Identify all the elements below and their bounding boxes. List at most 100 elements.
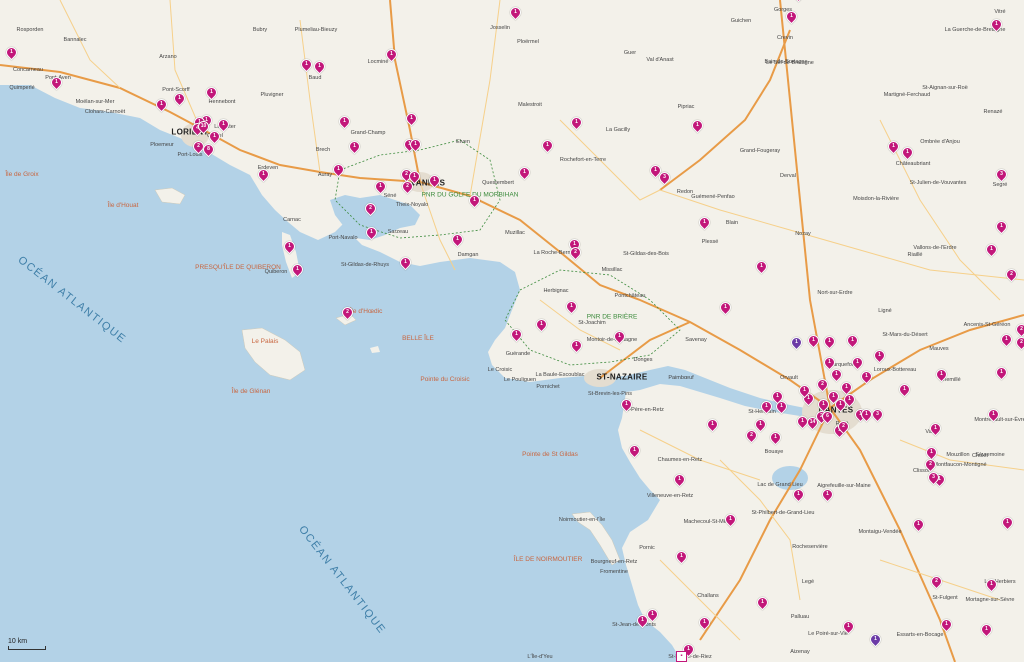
town-label: Bourgneuf-en-Retz — [590, 559, 638, 565]
town-label: Bouaye — [764, 449, 784, 455]
marker-count: 2 — [573, 249, 577, 255]
town-label: Montaigu-Vendée — [858, 529, 902, 535]
marker-count: 1 — [702, 219, 706, 225]
marker-count: 1 — [472, 197, 476, 203]
marker-count: 1 — [574, 119, 578, 125]
town-label: Auray — [317, 172, 333, 178]
island-label: Île d'Houat — [107, 202, 139, 209]
town-label: Missillac — [601, 267, 623, 273]
marker-count: 1 — [695, 122, 699, 128]
town-label: Ploërmel — [517, 39, 539, 45]
marker-count: 1 — [514, 331, 518, 337]
marker-count: 1 — [640, 617, 644, 623]
marker-count: 1 — [991, 411, 995, 417]
town-label: Rosporden — [16, 27, 44, 33]
island-label: BELLE ÎLE — [402, 335, 434, 342]
marker-count: 2 — [841, 423, 845, 429]
town-label: Le Sel-de-Bretagne — [766, 60, 814, 66]
town-label: Josselin — [490, 25, 510, 31]
marker-count: 1 — [850, 337, 854, 343]
marker-count: 2 — [928, 461, 932, 467]
town-label: Montoir-de-Bretagne — [586, 337, 638, 343]
marker-count: 6 — [825, 413, 829, 419]
marker-count: 1 — [677, 476, 681, 482]
town-label: Villeneuve-en-Retz — [646, 493, 694, 499]
town-label: St-Brevin-les-Pins — [587, 391, 633, 397]
marker-count: 1 — [304, 61, 308, 67]
marker-count: 1 — [617, 333, 621, 339]
town-label: Savenay — [685, 337, 707, 343]
town-label: Derval — [780, 173, 796, 179]
town-label: Lac de Grand Lieu — [757, 482, 803, 488]
town-label: Chaumes-en-Retz — [657, 457, 703, 463]
town-label: Le Pouliguen — [503, 377, 537, 383]
marker-count: 1 — [54, 79, 58, 85]
marker-count: 1 — [796, 491, 800, 497]
frame-marker-icon[interactable]: ▪ — [676, 651, 687, 662]
marker-count: 1 — [723, 304, 727, 310]
town-label: Carnac — [283, 217, 301, 223]
marker-count: 2 — [1019, 339, 1023, 345]
marker-count: 1 — [989, 581, 993, 587]
town-label: Le Poiré-sur-Vie — [808, 631, 848, 637]
marker-count: 8 — [206, 146, 210, 152]
marker-count: 2 — [405, 183, 409, 189]
town-label: Pipriac — [677, 104, 695, 110]
town-label: Pornichet — [536, 384, 560, 390]
town-label: L'Île-d'Yeu — [527, 654, 553, 660]
marker-count: 1 — [877, 352, 881, 358]
town-label: Mauves — [929, 346, 949, 352]
marker-count: 1 — [939, 371, 943, 377]
town-label: Locminé — [367, 59, 389, 65]
town-label: Martigné-Ferchaud — [883, 92, 931, 98]
marker-count: 2 — [345, 309, 349, 315]
town-label: Orvault — [780, 375, 798, 381]
town-label: Essarts-en-Bocage — [896, 632, 944, 638]
marker-count: 1 — [352, 143, 356, 149]
town-label: Legé — [801, 579, 815, 585]
town-label: Loroux-Bottereau — [873, 367, 917, 373]
town-label: St-Aignan-sur-Roë — [922, 85, 968, 91]
marker-count: 1 — [653, 167, 657, 173]
town-label: Renazé — [983, 109, 1003, 115]
marker-count: 1 — [539, 321, 543, 327]
town-label: Sarzeau — [387, 229, 409, 235]
marker-count: 1 — [432, 177, 436, 183]
marker-count: 1 — [295, 266, 299, 272]
marker-count: 1 — [403, 259, 407, 265]
marker-count: 1 — [336, 166, 340, 172]
map-canvas[interactable]: LORIENT VANNES ST-NAZAIRE NANTES OCÉAN ATLAN… — [0, 0, 1024, 662]
marker-count: 1 — [522, 169, 526, 175]
town-label: Nort-sur-Erdre — [817, 290, 853, 296]
town-label: Séné — [383, 193, 397, 199]
town-label: Plumeliau-Bieuzy — [294, 27, 338, 33]
marker-count: 1 — [811, 337, 815, 343]
island-label: Île de Glénan — [231, 388, 271, 395]
town-label: Pluvigner — [260, 92, 284, 98]
town-label: Elven — [456, 139, 470, 145]
town-label: Crevin — [777, 35, 793, 41]
marker-count: 1 — [9, 49, 13, 55]
town-label: Montrevault-sur-Èvre — [974, 417, 1024, 423]
marker-count: 1 — [989, 246, 993, 252]
marker-count: 1 — [855, 359, 859, 365]
marker-count: 1 — [999, 223, 1003, 229]
sea-label: Pointe du Croisic — [420, 376, 470, 383]
town-label: Challans — [697, 593, 719, 599]
town-label: Malestroit — [518, 102, 542, 108]
marker-count: 1 — [802, 387, 806, 393]
town-label: Vallons-de-l'Erdre — [913, 245, 957, 251]
marker-count: 1 — [159, 101, 163, 107]
marker-count: 1 — [632, 447, 636, 453]
town-label: Hennebont — [208, 99, 236, 105]
marker-count: 1 — [847, 396, 851, 402]
marker-count: 1 — [864, 411, 868, 417]
town-label: Val d'Anast — [646, 57, 674, 63]
marker-count: 1 — [944, 621, 948, 627]
marker-count: 1 — [413, 141, 417, 147]
city-label: ST-NAZAIRE — [596, 372, 648, 382]
marker-count: 1 — [999, 369, 1003, 375]
town-label: St-Mars-du-Désert — [882, 332, 928, 338]
town-label: Noirmoutier-en-l'Île — [558, 517, 606, 523]
marker-count: 1 — [513, 9, 517, 15]
